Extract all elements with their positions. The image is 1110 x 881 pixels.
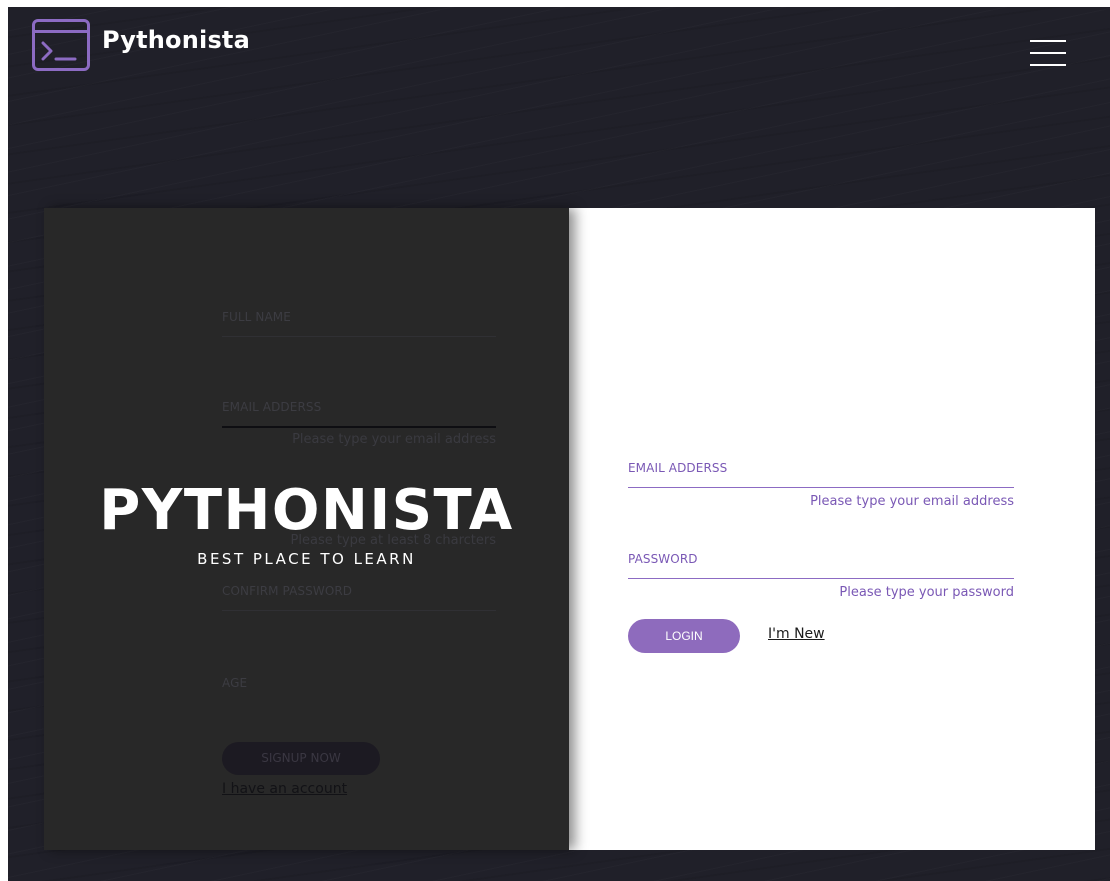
terminal-icon: [32, 19, 90, 71]
login-password-field[interactable]: PASSWORD Please type your password: [628, 552, 1014, 600]
login-password-label: PASSWORD: [628, 552, 698, 566]
login-password-hint: Please type your password: [839, 585, 1014, 600]
signup-full-name-field[interactable]: FULL NAME: [222, 310, 496, 337]
signup-email-label: EMAIL ADDERSS: [222, 400, 322, 414]
signup-button[interactable]: SIGNUP NOW: [222, 742, 380, 775]
im-new-link[interactable]: I'm New: [768, 626, 825, 642]
hamburger-menu-icon[interactable]: [1030, 40, 1066, 66]
signup-age-field[interactable]: AGE: [222, 676, 496, 690]
overlay-title: PYTHONISTA: [99, 478, 514, 543]
signup-email-hint: Please type your email address: [292, 431, 496, 447]
signup-confirm-password-input[interactable]: [222, 610, 496, 611]
signup-full-name-label: FULL NAME: [222, 310, 291, 324]
signup-email-input[interactable]: [222, 426, 496, 428]
signup-age-label: AGE: [222, 676, 248, 690]
signup-confirm-password-field[interactable]: CONFIRM PASSWORD: [222, 584, 496, 611]
login-email-hint: Please type your email address: [810, 494, 1014, 509]
overlay-subtitle: BEST PLACE TO LEARN: [197, 550, 416, 568]
brand-logo[interactable]: Pythonista: [32, 19, 250, 71]
login-email-label: EMAIL ADDERSS: [628, 461, 728, 475]
brand-name: Pythonista: [102, 26, 250, 54]
login-email-field[interactable]: EMAIL ADDERSS Please type your email add…: [628, 461, 1014, 509]
signup-confirm-password-label: CONFIRM PASSWORD: [222, 584, 353, 598]
login-panel: EMAIL ADDERSS Please type your email add…: [569, 208, 1095, 850]
auth-card: FULL NAME EMAIL ADDERSS Please type your…: [44, 208, 1095, 850]
signup-email-field[interactable]: EMAIL ADDERSS Please type your email add…: [222, 400, 496, 447]
login-password-input[interactable]: [628, 578, 1014, 579]
have-account-link[interactable]: I have an account: [222, 781, 347, 797]
login-button[interactable]: LOGIN: [628, 619, 740, 653]
login-email-input[interactable]: [628, 487, 1014, 488]
page-background: Pythonista FULL NAME EMAIL ADDERSS Pleas…: [8, 7, 1110, 881]
signup-full-name-input[interactable]: [222, 336, 496, 337]
signup-panel: FULL NAME EMAIL ADDERSS Please type your…: [44, 208, 569, 850]
